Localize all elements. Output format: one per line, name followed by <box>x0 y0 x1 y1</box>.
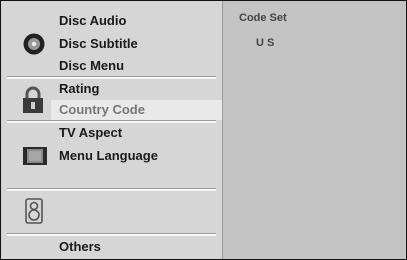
menu-divider <box>7 188 216 191</box>
menu-item-rating[interactable]: Rating <box>59 79 99 99</box>
speaker-icon <box>24 198 44 229</box>
menu-item-disc-menu[interactable]: Disc Menu <box>59 56 124 76</box>
menu-divider <box>7 233 216 236</box>
menu-item-country-code[interactable]: Country Code <box>51 100 222 120</box>
menu-item-menu-language[interactable]: Menu Language <box>59 146 158 166</box>
disc-icon <box>22 32 46 61</box>
country-code-value[interactable]: U S <box>256 37 274 49</box>
setup-menu-list: Disc Audio Disc Subtitle Disc Menu Ratin… <box>1 1 223 259</box>
menu-item-others[interactable]: Others <box>59 237 101 257</box>
menu-item-tv-aspect[interactable]: TV Aspect <box>59 123 122 143</box>
menu-item-disc-audio[interactable]: Disc Audio <box>59 11 126 31</box>
padlock-icon <box>21 85 45 120</box>
country-code-panel: Code Set U S <box>223 1 406 259</box>
tv-screen-icon <box>22 146 48 171</box>
menu-divider <box>7 76 216 79</box>
setup-menu-screen: Disc Audio Disc Subtitle Disc Menu Ratin… <box>0 0 407 260</box>
menu-item-disc-subtitle[interactable]: Disc Subtitle <box>59 34 138 54</box>
code-set-heading: Code Set <box>239 12 287 24</box>
